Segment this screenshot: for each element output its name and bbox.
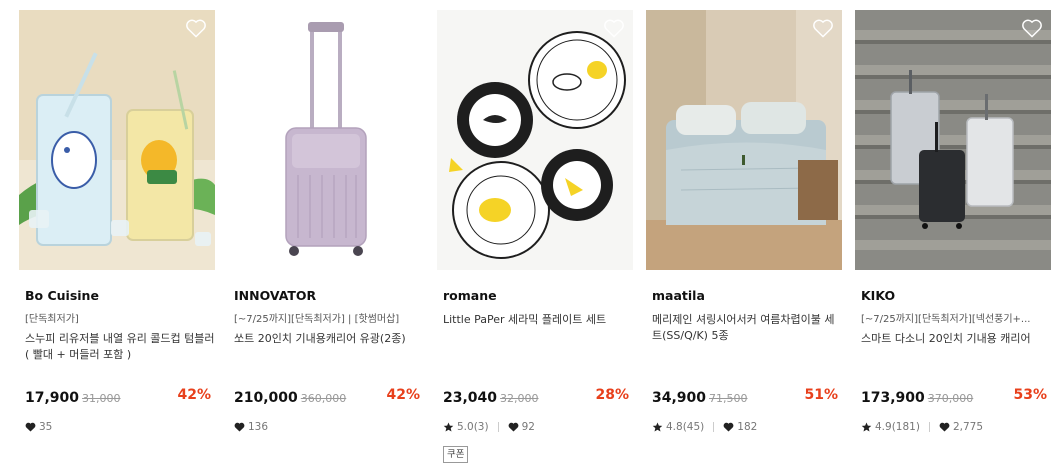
heart-icon xyxy=(939,422,950,432)
like-count: 136 xyxy=(248,421,269,433)
brand-name[interactable]: INNOVATOR xyxy=(228,288,424,304)
sale-price: 17,900 xyxy=(25,390,80,406)
price-row: 210,000 360,000 42% xyxy=(234,387,420,406)
product-name[interactable]: 스마트 다소니 20인치 기내용 캐리어 xyxy=(855,331,1051,347)
discount-rate: 42% xyxy=(386,387,420,403)
like-count: 2,775 xyxy=(952,421,983,433)
brand-name[interactable]: Bo Cuisine xyxy=(19,288,215,304)
star-icon xyxy=(861,422,872,432)
wishlist-heart-icon[interactable] xyxy=(1021,18,1043,38)
product-name[interactable]: Little PaPer 세라믹 플레이트 세트 xyxy=(437,312,633,328)
brand-name[interactable]: maatila xyxy=(646,288,842,304)
like-count: 182 xyxy=(737,421,758,433)
heart-icon xyxy=(723,422,734,432)
promo-tag: [~7/25까지][단독최저가][넥선풍기+... xyxy=(861,314,1031,325)
product-image[interactable] xyxy=(855,10,1051,270)
sale-price: 173,900 xyxy=(861,390,925,406)
rating: 5.0(3) xyxy=(457,421,489,433)
brand-name[interactable]: KIKO xyxy=(855,288,1051,304)
stats-divider xyxy=(497,422,499,432)
product-photo-carrier xyxy=(228,10,424,270)
product-stats: 4.9(181) 2,775 xyxy=(861,421,983,433)
original-price: 31,000 xyxy=(82,392,121,405)
product-image[interactable] xyxy=(19,10,215,270)
sale-price: 210,000 xyxy=(234,390,298,406)
stats-divider xyxy=(928,422,930,432)
product-photo-plates xyxy=(437,10,633,270)
wishlist-heart-icon[interactable] xyxy=(185,18,207,38)
discount-rate: 51% xyxy=(804,387,838,403)
product-name[interactable]: 쏘트 20인치 기내용캐리어 유광(2종) xyxy=(228,331,424,347)
heart-icon xyxy=(25,422,36,432)
product-image[interactable] xyxy=(646,10,842,270)
product-photo-luggage-stairs xyxy=(855,10,1051,270)
product-card[interactable]: romane Little PaPer 세라믹 플레이트 세트 23,040 32… xyxy=(437,10,633,463)
heart-icon xyxy=(234,422,245,432)
product-name[interactable]: 스누피 리유저블 내열 유리 콜드컵 텀블러 ( 빨대 + 머들러 포함 ) xyxy=(19,331,215,363)
discount-rate: 42% xyxy=(177,387,211,403)
like-count: 92 xyxy=(521,421,535,433)
product-card[interactable]: Bo Cuisine [단독최저가] 스누피 리유저블 내열 유리 콜드컵 텀블… xyxy=(19,10,215,433)
product-grid: Bo Cuisine [단독최저가] 스누피 리유저블 내열 유리 콜드컵 텀블… xyxy=(0,0,1060,474)
sale-price: 23,040 xyxy=(443,390,498,406)
wishlist-heart-icon[interactable] xyxy=(603,18,625,38)
heart-icon xyxy=(508,422,519,432)
like-count: 35 xyxy=(39,421,53,433)
product-stats: 4.8(45) 182 xyxy=(652,421,757,433)
original-price: 360,000 xyxy=(300,392,347,405)
product-photo-tumblers xyxy=(19,10,215,270)
product-stats: 136 xyxy=(234,421,268,433)
product-photo-bedding xyxy=(646,10,842,270)
promo-tag: [단독최저가] xyxy=(25,314,79,325)
original-price: 370,000 xyxy=(927,392,974,405)
wishlist-heart-icon[interactable] xyxy=(394,18,416,38)
original-price: 32,000 xyxy=(500,392,539,405)
stats-divider xyxy=(713,422,715,432)
product-card[interactable]: maatila 메리제인 셔링시어서커 여름차렵이불 세트(SS/Q/K) 5종… xyxy=(646,10,842,433)
wishlist-heart-icon[interactable] xyxy=(812,18,834,38)
product-image[interactable] xyxy=(228,10,424,270)
discount-rate: 53% xyxy=(1013,387,1047,403)
product-name[interactable]: 메리제인 셔링시어서커 여름차렵이불 세트(SS/Q/K) 5종 xyxy=(646,312,842,344)
star-icon xyxy=(443,422,454,432)
price-row: 34,900 71,500 51% xyxy=(652,387,838,406)
brand-name[interactable]: romane xyxy=(437,288,633,304)
product-card[interactable]: INNOVATOR [~7/25까지][단독최저가] | [핫썸머삽] 쏘트 2… xyxy=(228,10,424,433)
discount-rate: 28% xyxy=(595,387,629,403)
promo-tag: [~7/25까지][단독최저가] | [핫썸머삽] xyxy=(234,314,400,325)
star-icon xyxy=(652,422,663,432)
product-image[interactable] xyxy=(437,10,633,270)
sale-price: 34,900 xyxy=(652,390,707,406)
original-price: 71,500 xyxy=(709,392,748,405)
price-row: 23,040 32,000 28% xyxy=(443,387,629,406)
rating: 4.9(181) xyxy=(875,421,920,433)
rating: 4.8(45) xyxy=(666,421,705,433)
product-card[interactable]: KIKO [~7/25까지][단독최저가][넥선풍기+... 스마트 다소니 2… xyxy=(855,10,1051,433)
price-row: 173,900 370,000 53% xyxy=(861,387,1047,406)
price-row: 17,900 31,000 42% xyxy=(25,387,211,406)
coupon-badge: 쿠폰 xyxy=(443,446,469,463)
product-stats: 35 xyxy=(25,421,52,433)
product-stats: 5.0(3) 92 xyxy=(443,421,535,433)
